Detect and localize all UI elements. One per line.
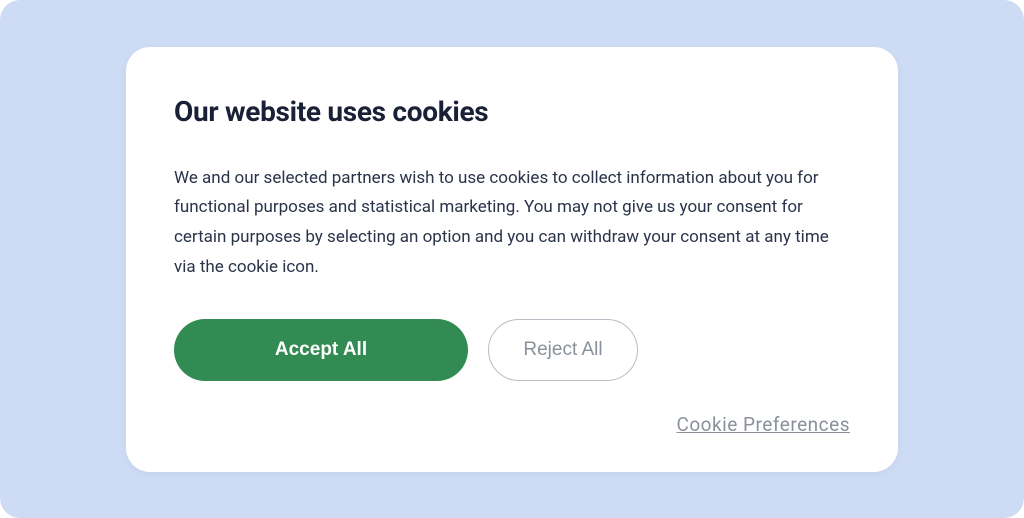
cookie-consent-dialog: Our website uses cookies We and our sele…: [126, 47, 898, 472]
cookie-preferences-link[interactable]: Cookie Preferences: [676, 413, 850, 436]
accept-all-button[interactable]: Accept All: [174, 319, 468, 381]
preferences-row: Cookie Preferences: [174, 413, 850, 436]
reject-all-button[interactable]: Reject All: [488, 319, 638, 381]
button-row: Accept All Reject All: [174, 319, 850, 381]
dialog-title: Our website uses cookies: [174, 95, 850, 128]
page-backdrop: Our website uses cookies We and our sele…: [0, 0, 1024, 518]
dialog-body: We and our selected partners wish to use…: [174, 164, 850, 283]
